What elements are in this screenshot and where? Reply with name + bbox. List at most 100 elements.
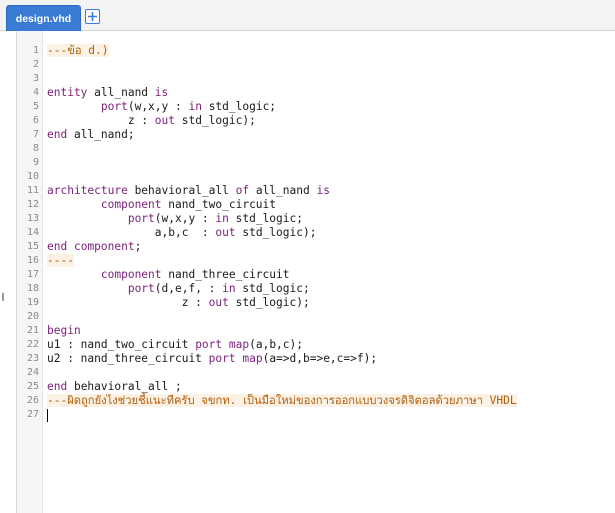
comment-token: ---ผิดถูกยังไงช่วยชี้แนะทีครับ จขกท. เป็… <box>47 394 517 407</box>
keyword-token: is <box>316 184 330 197</box>
line-code: z : out std_logic); <box>47 114 256 128</box>
line-code: end behavioral_all ; <box>47 380 182 394</box>
keyword-token: map <box>242 352 263 365</box>
code-token: all_nand <box>87 86 155 99</box>
code-line[interactable]: 16 ---- <box>17 254 615 268</box>
keyword-token: in <box>222 282 236 295</box>
keyword-token: port <box>127 282 155 295</box>
keyword-token: port <box>127 212 155 225</box>
line-number: 21 <box>26 325 39 336</box>
keyword-token: component <box>100 198 162 211</box>
keyword-token: out <box>208 296 229 309</box>
code-line[interactable]: 18 port(d,e,f, : in std_logic; <box>17 282 615 296</box>
code-line[interactable]: 12 component nand_two_circuit <box>17 198 615 212</box>
code-line[interactable]: 2 <box>17 58 615 72</box>
line-code: end component; <box>47 240 141 254</box>
code-line[interactable]: 5 port(w,x,y : in std_logic; <box>17 100 615 114</box>
code-line[interactable]: 26 ---ผิดถูกยังไงช่วยชี้แนะทีครับ จขกท. เ… <box>17 394 615 408</box>
code-token: (w,x,y : <box>127 100 189 113</box>
line-code: port(w,x,y : in std_logic; <box>47 212 303 226</box>
keyword-token: out <box>154 114 175 127</box>
code-token: std_logic; <box>235 282 310 295</box>
code-line[interactable]: 22 u1 : nand_two_circuit port map(a,b,c); <box>17 338 615 352</box>
code-token: nand_two_circuit <box>161 198 277 211</box>
line-number: 4 <box>32 87 39 98</box>
code-line[interactable]: 17 component nand_three_circuit <box>17 268 615 282</box>
code-line[interactable]: 14 a,b,c : out std_logic); <box>17 226 615 240</box>
code-line[interactable]: 21 begin <box>17 324 615 338</box>
keyword-token: component <box>100 268 162 281</box>
line-number: 10 <box>26 171 39 182</box>
code-line[interactable]: 6 z : out std_logic); <box>17 114 615 128</box>
code-line[interactable]: 3 <box>17 72 615 86</box>
keyword-token: end <box>47 128 68 141</box>
code-token: std_logic; <box>201 100 277 113</box>
line-code: ---ผิดถูกยังไงช่วยชี้แนะทีครับ จขกท. เป็… <box>47 394 517 408</box>
line-number: 27 <box>26 409 39 420</box>
code-line[interactable]: 20 <box>17 310 615 324</box>
keyword-token: end <box>47 240 68 253</box>
keyword-token: port <box>208 352 236 365</box>
code-token: all_nand; <box>67 128 135 141</box>
code-line[interactable]: 13 port(w,x,y : in std_logic; <box>17 212 615 226</box>
line-number: 18 <box>26 283 39 294</box>
code-token: a,b,c : <box>47 226 216 239</box>
line-number: 11 <box>26 185 39 196</box>
code-token: u2 : nand_three_circuit <box>47 352 209 365</box>
code-line[interactable]: 1 ---ข้อ d.) <box>17 44 615 58</box>
line-number: 26 <box>26 395 39 406</box>
code-line[interactable]: 27 <box>17 408 615 422</box>
code-line[interactable]: 19 z : out std_logic); <box>17 296 615 310</box>
code-line[interactable]: 23 u2 : nand_three_circuit port map(a=>d,… <box>17 352 615 366</box>
line-number: 1 <box>32 45 39 56</box>
code-token: z : <box>47 114 155 127</box>
code-line[interactable]: 11 architecture behavioral_all of all_nan… <box>17 184 615 198</box>
code-line[interactable]: 4 entity all_nand is <box>17 86 615 100</box>
keyword-token: out <box>215 226 236 239</box>
code-line[interactable]: 7 end all_nand; <box>17 128 615 142</box>
keyword-token: port <box>195 338 223 351</box>
line-code: component nand_two_circuit <box>47 198 276 212</box>
code-token: std_logic); <box>228 296 310 309</box>
code-lines[interactable]: 1 ---ข้อ d.) 2 3 4 entity all_nand is 5 port(w… <box>17 44 615 422</box>
code-line[interactable]: 24 <box>17 366 615 380</box>
add-tab-button[interactable] <box>85 9 100 24</box>
line-number: 3 <box>32 73 39 84</box>
line-code: a,b,c : out std_logic); <box>47 226 317 240</box>
code-line[interactable]: 9 <box>17 156 615 170</box>
line-code: u1 : nand_two_circuit port map(a,b,c); <box>47 338 303 352</box>
line-number: 15 <box>26 241 39 252</box>
keyword-token: in <box>188 100 202 113</box>
line-code: ---ข้อ d.) <box>47 44 109 58</box>
keyword-token: entity <box>47 86 88 99</box>
code-token: behavioral_all ; <box>67 380 182 393</box>
keyword-token: map <box>228 338 250 351</box>
line-number: 14 <box>26 227 39 238</box>
code-token: all_nand <box>249 184 317 197</box>
line-number: 19 <box>26 297 39 308</box>
tab-design-vhd[interactable]: design.vhd <box>6 5 81 31</box>
code-line[interactable]: 25 end behavioral_all ; <box>17 380 615 394</box>
tab-bar: design.vhd <box>0 0 615 31</box>
code-line[interactable]: 8 <box>17 142 615 156</box>
code-line[interactable]: 10 <box>17 170 615 184</box>
line-number: 6 <box>32 115 39 126</box>
line-code: port(d,e,f, : in std_logic; <box>47 282 310 296</box>
code-line[interactable]: 15 end component; <box>17 240 615 254</box>
line-number: 22 <box>26 339 39 350</box>
line-code: entity all_nand is <box>47 86 168 100</box>
line-number: 13 <box>26 213 39 224</box>
comment-token: ---- <box>47 254 74 267</box>
line-number: 25 <box>26 381 39 392</box>
line-code: architecture behavioral_all of all_nand … <box>47 184 330 198</box>
code-token: behavioral_all <box>127 184 236 197</box>
code-token: (d,e,f, : <box>154 282 223 295</box>
code-token: u1 : nand_two_circuit <box>47 338 196 351</box>
keyword-token: component <box>73 240 135 253</box>
collapse-handle[interactable] <box>2 293 4 301</box>
line-number: 16 <box>26 255 39 266</box>
